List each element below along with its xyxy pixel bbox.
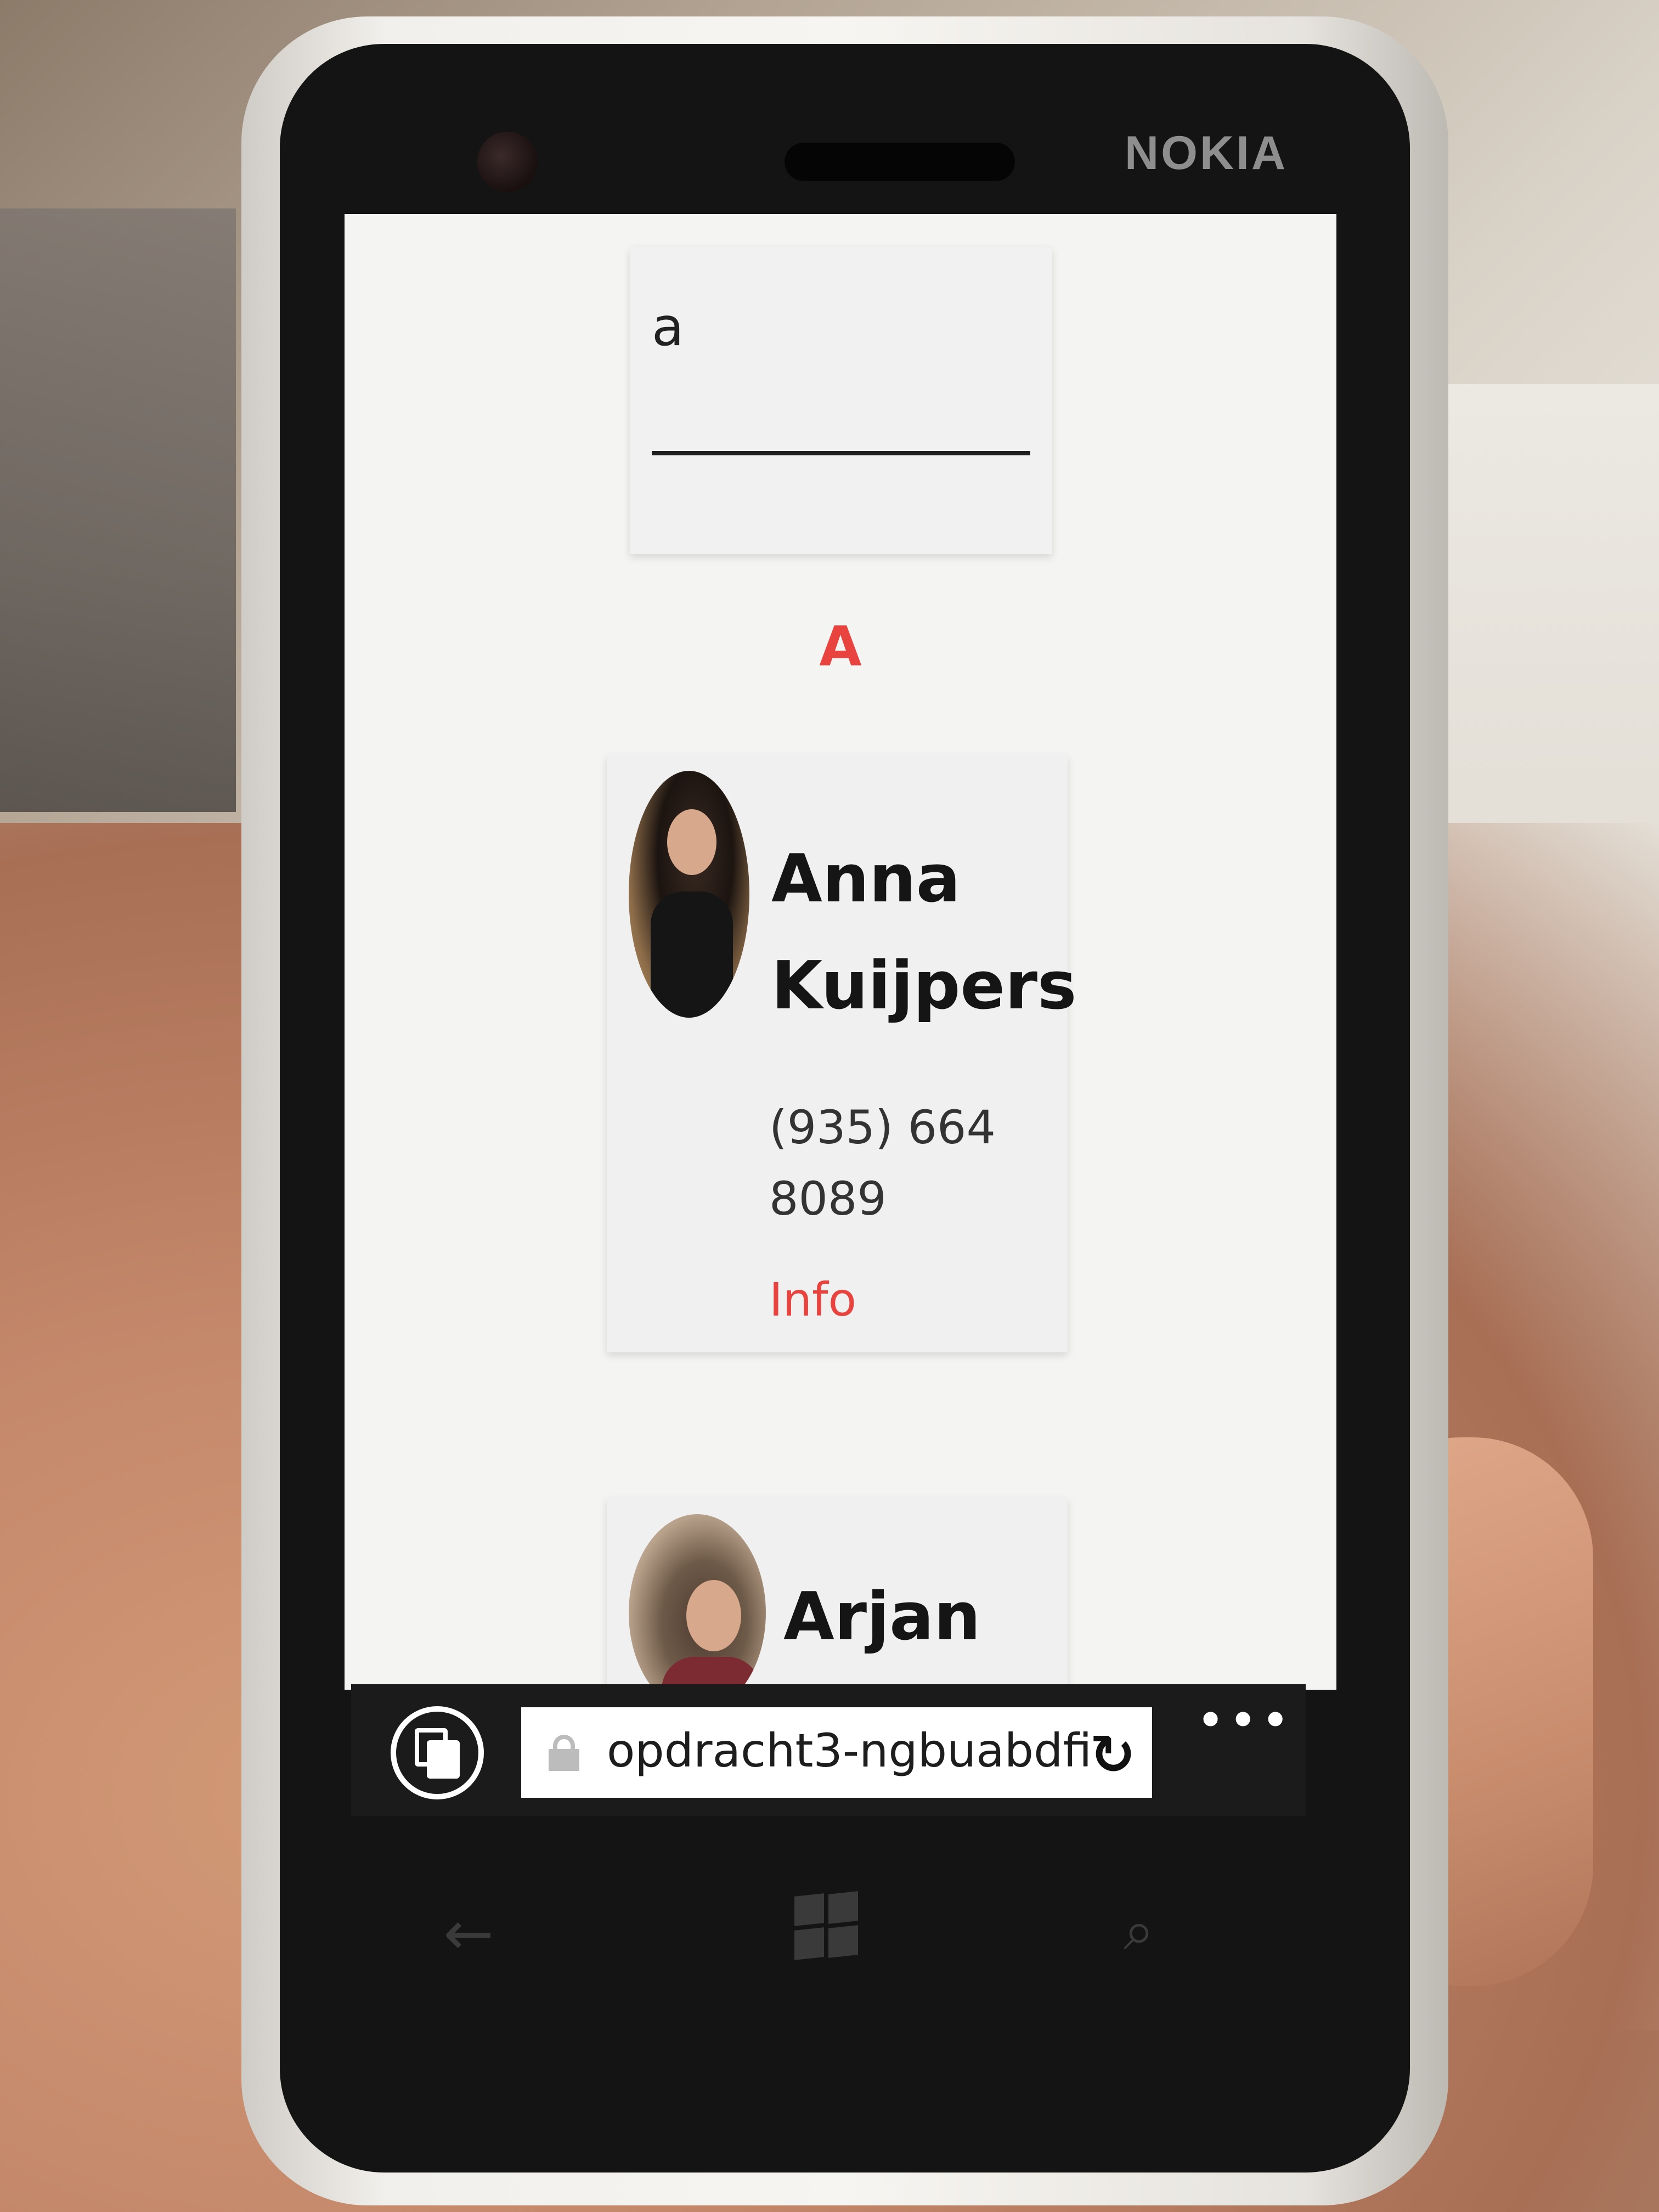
hardware-nav-buttons: ← ⌕ bbox=[345, 1876, 1336, 1986]
contact-card: Anna Kuijpers (935) 664 8089 Info bbox=[607, 754, 1076, 1352]
contact-card: Arjan bbox=[607, 1498, 1068, 1690]
brand-logo: NOKIA bbox=[1125, 127, 1288, 179]
url-field[interactable]: opdracht3-ngbuabdfi ↻ bbox=[521, 1707, 1152, 1798]
refresh-icon[interactable]: ↻ bbox=[1090, 1723, 1136, 1787]
windows-logo-icon[interactable] bbox=[794, 1891, 860, 1960]
tabs-icon[interactable] bbox=[391, 1706, 484, 1799]
browser-viewport: a A Anna Kuijpers (935) 664 8089 Info Ar… bbox=[345, 214, 1336, 1690]
search-input-underline bbox=[652, 451, 1030, 455]
info-link[interactable]: Info bbox=[769, 1273, 856, 1327]
browser-address-bar: opdracht3-ngbuabdfi ↻ ••• bbox=[351, 1684, 1306, 1816]
more-icon[interactable]: ••• bbox=[1196, 1692, 1293, 1750]
background-shelf bbox=[0, 208, 236, 812]
contact-name: Arjan bbox=[783, 1579, 981, 1655]
earpiece-speaker bbox=[785, 143, 1015, 181]
contact-name: Anna Kuijpers bbox=[771, 841, 1077, 1024]
search-input[interactable]: a bbox=[652, 296, 684, 358]
search-card: a bbox=[630, 247, 1052, 554]
search-icon[interactable]: ⌕ bbox=[1124, 1898, 1154, 1963]
avatar bbox=[629, 771, 749, 1018]
front-camera bbox=[477, 132, 538, 192]
contact-phone: (935) 664 8089 bbox=[769, 1101, 996, 1226]
back-arrow-icon[interactable]: ← bbox=[443, 1898, 494, 1968]
url-text: opdracht3-ngbuabdfi bbox=[607, 1724, 1090, 1778]
avatar bbox=[629, 1514, 766, 1690]
lock-icon bbox=[549, 1735, 579, 1771]
section-letter-heading: A bbox=[819, 614, 862, 679]
